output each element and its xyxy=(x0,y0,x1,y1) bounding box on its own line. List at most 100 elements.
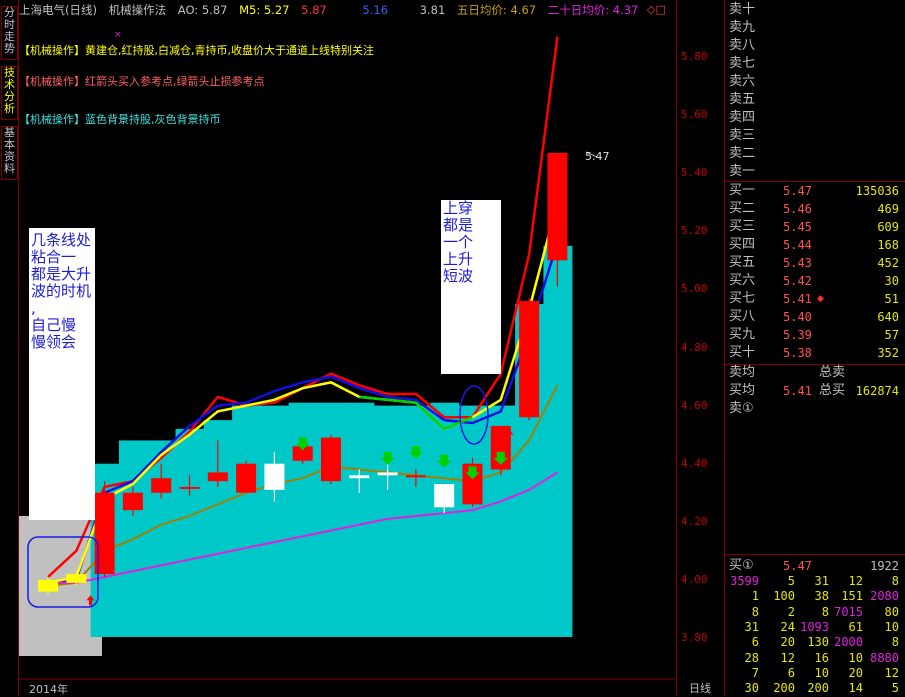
buy-level-price: 5.44 xyxy=(783,238,812,252)
cyan-zone xyxy=(458,405,488,637)
cyan-zone xyxy=(345,402,375,637)
annotation-2-text: 红箭头买入参考点,绿箭头止损参考点 xyxy=(85,75,265,88)
buy-level-row[interactable]: 买五 5.43 452 xyxy=(725,254,903,272)
last-price-label: 5.47 xyxy=(585,150,610,163)
buy-level-row[interactable]: 买十 5.38 352 xyxy=(725,344,903,362)
kline-chart xyxy=(19,0,675,680)
queue-order-size: 2080 xyxy=(870,589,899,604)
buy-level-price: 5.41 xyxy=(783,292,812,306)
buy-level-volume: 640 xyxy=(877,310,899,324)
buy-level-price: 5.38 xyxy=(783,346,812,360)
buy-level-volume: 51 xyxy=(884,292,899,306)
queue-order-size: 6 xyxy=(751,635,759,650)
queue-order-size: 7015 xyxy=(834,604,863,619)
annotation-2: 【机械操作】红箭头买入参考点,绿箭头止损参考点 xyxy=(19,73,265,89)
sell-level-label: 卖八 xyxy=(729,38,756,53)
candle-body xyxy=(519,301,540,418)
sell-level-row[interactable]: 卖八 xyxy=(725,37,903,55)
buy-level-label: 买六 xyxy=(729,273,756,288)
note-left-line-1: 几条线处 xyxy=(31,231,92,249)
queue-order-size: 16 xyxy=(814,650,829,665)
sell-level-row[interactable]: 卖五 xyxy=(725,91,903,109)
buy-level-price: 5.45 xyxy=(783,220,812,234)
annotation-1-tag: 【机械操作】 xyxy=(19,44,85,57)
tab-fundamentals[interactable]: 基本资料 xyxy=(1,126,18,180)
buy-level-row[interactable]: 买八 5.40 640 xyxy=(725,308,903,326)
cross-marker-icon: × xyxy=(114,30,122,40)
note-left-line-2: 粘合一 xyxy=(31,248,77,266)
buy-queue-row[interactable]: 买① 5.47 1922 xyxy=(725,557,903,575)
buy-level-row[interactable]: 买七 5.41 51 ◆ xyxy=(725,290,903,308)
buy-level-row[interactable]: 买一 5.47 135036 xyxy=(725,182,903,200)
buy-level-row[interactable]: 买九 5.39 57 xyxy=(725,326,903,344)
tab-technical-analysis[interactable]: 技术分析 xyxy=(1,66,18,120)
period-label[interactable]: 日线 xyxy=(689,680,711,696)
candle-body xyxy=(377,472,398,476)
buy-level-price: 5.40 xyxy=(783,310,812,324)
buy-level-row[interactable]: 买二 5.46 469 xyxy=(725,200,903,218)
sell-level-row[interactable]: 卖九 xyxy=(725,19,903,37)
candle-body xyxy=(434,484,455,508)
candle-body xyxy=(547,152,568,261)
window-controls-icon[interactable]: ◇□ xyxy=(647,3,666,16)
sell-level-row[interactable]: 卖二 xyxy=(725,145,903,163)
price-tick: 4.40 xyxy=(681,456,708,470)
indicator-name: 机械操作法 xyxy=(108,3,167,17)
price-tick: 4.00 xyxy=(681,572,708,586)
queue-order-size: 5 xyxy=(787,574,795,588)
buy-level-row[interactable]: 买六 5.42 30 xyxy=(725,272,903,290)
queue-order-size: 10 xyxy=(814,665,829,680)
sell-level-row[interactable]: 卖三 xyxy=(725,127,903,145)
queue-order-size: 10 xyxy=(848,650,863,665)
sell-level-row[interactable]: 卖四 xyxy=(725,109,903,127)
buy-level-label: 买七 xyxy=(729,291,756,306)
price-tick: 4.80 xyxy=(681,340,708,354)
avg-sell-row: 卖均 总卖 xyxy=(725,364,903,382)
sell-level-row[interactable]: 卖一 xyxy=(725,163,903,181)
queue-order-size: 5 xyxy=(891,681,899,696)
queue-order-size: 38 xyxy=(814,589,829,604)
sell-queue-row[interactable]: 卖① xyxy=(725,400,903,418)
queue-order-size: 8 xyxy=(891,574,899,588)
buy-level-row[interactable]: 买三 5.45 609 xyxy=(725,218,903,236)
tab-intraday[interactable]: 分时走势 xyxy=(1,6,18,60)
note-right-line-4: 上升 xyxy=(443,250,474,268)
sell-level-row[interactable]: 卖七 xyxy=(725,55,903,73)
buy-level-volume: 168 xyxy=(877,238,899,252)
note-left-line-6: 自己慢 xyxy=(31,316,77,334)
queue-order-size: 12 xyxy=(848,574,863,588)
buy-level-label: 买四 xyxy=(729,237,756,252)
ao-value: AO: 5.87 xyxy=(177,3,228,17)
sell-level-label: 卖四 xyxy=(729,110,756,125)
candle-body xyxy=(38,579,58,592)
cyan-zone xyxy=(401,405,431,637)
candle-body xyxy=(66,574,87,583)
marker-diamond-icon: ◆ xyxy=(817,294,824,304)
buy-level-label: 买五 xyxy=(729,255,756,270)
sell-level-row[interactable]: 卖十 xyxy=(725,1,903,19)
price-tick: 4.20 xyxy=(681,514,708,528)
queue-order-size: 3599 xyxy=(730,574,759,588)
sell-level-label: 卖六 xyxy=(729,74,756,89)
queue-order-size: 28 xyxy=(744,650,759,665)
buy-level-label: 买二 xyxy=(729,201,756,216)
queue-order-size: 1093 xyxy=(800,619,829,634)
annotation-3-tag: 【机械操作】 xyxy=(19,113,85,126)
sell-level-label: 卖三 xyxy=(729,128,756,143)
queue-order-size: 61 xyxy=(848,619,863,634)
cyan-zone xyxy=(430,402,460,637)
candle-body xyxy=(207,472,228,482)
cyan-zone xyxy=(260,405,290,637)
buy-queue-price: 5.47 xyxy=(783,559,812,573)
annotation-1-text: 黄建仓,红持股,白减仓,青持币,收盘价大于通道上线特别关注 xyxy=(85,44,374,57)
annotation-3: 【机械操作】蓝色背景持股,灰色背景持币 xyxy=(19,111,221,127)
queue-order-size: 80 xyxy=(884,604,899,619)
ma20-value: 二十日均价: 4.37 xyxy=(547,3,639,17)
buy-level-row[interactable]: 买四 5.44 168 xyxy=(725,236,903,254)
sell-level-label: 卖一 xyxy=(729,164,756,179)
sell-level-row[interactable]: 卖六 xyxy=(725,73,903,91)
buy-level-volume: 452 xyxy=(877,256,899,270)
price-tick: 5.60 xyxy=(681,108,708,122)
total-sell-label: 总卖 xyxy=(819,365,846,380)
cyan-zone xyxy=(543,245,573,637)
